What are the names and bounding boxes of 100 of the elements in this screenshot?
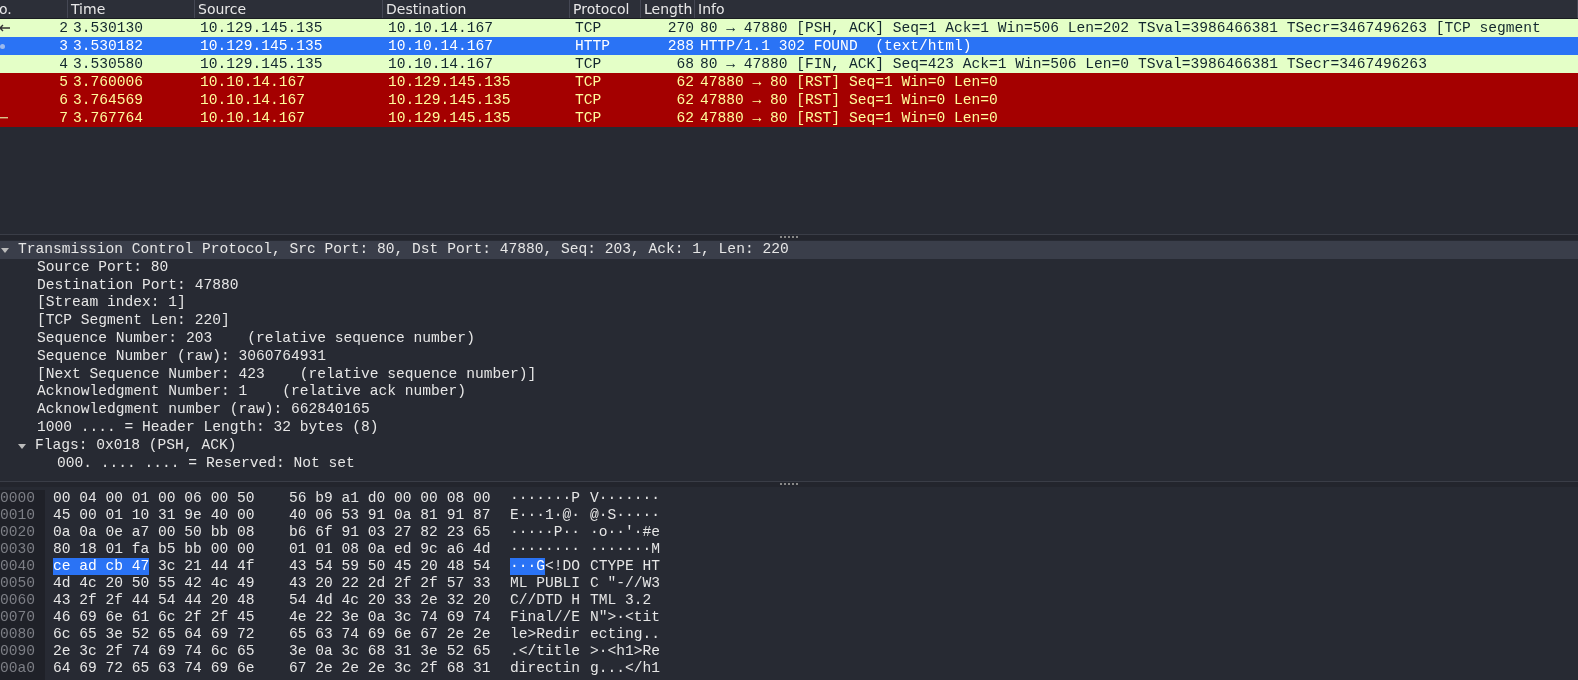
byte-offset: 0040 bbox=[0, 558, 37, 575]
ascii-text[interactable]: ········ bbox=[510, 541, 581, 558]
hex-bytes[interactable]: 6c 65 3e 52 65 64 69 72 bbox=[53, 626, 255, 643]
info-cell-text: 47880 → 80 [RST] Seq=1 Win=0 Len=0 bbox=[699, 91, 998, 109]
tree-item-text: [TCP Segment Len: 220] bbox=[37, 312, 230, 330]
packet-number: 7 bbox=[59, 109, 68, 127]
ascii-text[interactable]: C "-//W3 bbox=[590, 575, 661, 591]
ascii-text[interactable]: <!DO bbox=[545, 558, 581, 575]
splitter-handle[interactable] bbox=[780, 235, 798, 240]
column-header[interactable]: Source bbox=[195, 0, 383, 18]
ascii-text[interactable]: ·····P·· bbox=[510, 524, 581, 541]
hex-bytes[interactable]: 54 4d 4c 20 33 2e 32 20 bbox=[289, 592, 491, 608]
hex-bytes[interactable]: 0a 0a 0e a7 00 50 bb 08 bbox=[53, 524, 255, 541]
packet-row[interactable]: 6 3.764569 10.10.14.167 10.129.145.135 TCP 62 47880 → 80 [RST] Seq=1 Win=0 Len=0 bbox=[0, 91, 1578, 109]
related-dot-icon bbox=[0, 43, 5, 49]
hex-bytes[interactable]: 65 63 74 69 6e 67 2e 2e bbox=[289, 626, 491, 642]
tree-row[interactable]: [Stream index: 1] bbox=[0, 294, 1578, 313]
hex-bytes[interactable]: 01 01 08 0a ed 9c a6 4d bbox=[289, 541, 491, 557]
column-header[interactable]: Protocol bbox=[570, 0, 641, 18]
column-header[interactable]: Length bbox=[641, 0, 695, 18]
packet-row[interactable]: 5 3.760006 10.10.14.167 10.129.145.135 TCP 62 47880 → 80 [RST] Seq=1 Win=0 Len=0 bbox=[0, 73, 1578, 91]
splitter-handle[interactable] bbox=[780, 482, 798, 487]
tree-row[interactable]: Source Port: 80 bbox=[0, 258, 1578, 277]
tree-row[interactable]: Sequence Number (raw): 3060764931 bbox=[0, 347, 1578, 366]
packet-row[interactable]: 3 3.530182 10.129.145.135 10.10.14.167 HTTP 288 HTTP/1.1 302 FOUND (text/html) bbox=[0, 37, 1578, 55]
time-cell-text: 3.530182 bbox=[72, 37, 145, 55]
ascii-text[interactable]: V······· bbox=[590, 490, 661, 506]
ascii-text[interactable]: Final//E bbox=[510, 609, 581, 626]
hex-bytes[interactable]: ce ad cb 47 bbox=[53, 558, 150, 575]
hex-bytes[interactable]: 56 b9 a1 d0 00 00 08 00 bbox=[289, 490, 491, 506]
ascii-text[interactable]: ·o··'·#e bbox=[590, 524, 661, 540]
tree-row[interactable]: Destination Port: 47880 bbox=[0, 276, 1578, 295]
ascii-text[interactable]: E···1·@· bbox=[510, 507, 581, 524]
ascii-text[interactable]: C//DTD H bbox=[510, 592, 581, 609]
column-header[interactable]: Destination bbox=[383, 0, 570, 18]
tree-row[interactable]: 1000 .... = Header Length: 32 bytes (8) bbox=[0, 418, 1578, 437]
tree-item-text: Flags: 0x018 (PSH, ACK) bbox=[35, 436, 237, 455]
length-cell-text: 62 bbox=[675, 73, 695, 91]
ascii-text[interactable]: g...</h1 bbox=[590, 660, 661, 676]
tree-row[interactable]: [Next Sequence Number: 423 (relative sequence number)] bbox=[0, 365, 1578, 384]
tree-row[interactable]: Flags: 0x018 (PSH, ACK) bbox=[0, 436, 1578, 455]
hex-bytes[interactable]: 67 2e 2e 2e 3c 2f 68 31 bbox=[289, 660, 491, 676]
hex-bytes[interactable]: 40 06 53 91 0a 81 91 87 bbox=[289, 507, 491, 523]
ascii-text[interactable]: CTYPE HT bbox=[590, 558, 661, 574]
ascii-text[interactable]: ···G bbox=[510, 558, 546, 575]
hex-bytes[interactable]: 64 69 72 65 63 74 69 6e bbox=[53, 660, 255, 677]
tree-row[interactable]: Acknowledgment number (raw): 662840165 bbox=[0, 401, 1578, 419]
byte-offset: 0000 bbox=[0, 490, 37, 507]
info-cell-text: 47880 → 80 [RST] Seq=1 Win=0 Len=0 bbox=[699, 109, 998, 127]
tree-item-text: 1000 .... = Header Length: 32 bytes (8) bbox=[37, 418, 379, 437]
destination-cell-text: 10.10.14.167 bbox=[387, 55, 495, 73]
hex-bytes[interactable]: 43 20 22 2d 2f 2f 57 33 bbox=[289, 575, 491, 591]
ascii-text[interactable]: ML PUBLI bbox=[510, 575, 581, 592]
hex-bytes[interactable]: 3e 0a 3c 68 31 3e 52 65 bbox=[289, 643, 491, 659]
ascii-text[interactable]: ·······P bbox=[510, 490, 581, 507]
tree-row[interactable]: Transmission Control Protocol, Src Port: 80, Dst Port: 47880, Seq: 203, Ack: 1, Len: 220 bbox=[0, 241, 1578, 259]
destination-cell-text: 10.129.145.135 bbox=[387, 91, 512, 109]
hex-bytes[interactable]: b6 6f 91 03 27 82 23 65 bbox=[289, 524, 491, 540]
destination-cell-text: 10.10.14.167 bbox=[387, 37, 495, 55]
protocol-cell-text: TCP bbox=[574, 73, 603, 91]
ascii-text[interactable]: N">·<tit bbox=[590, 609, 661, 625]
ascii-text[interactable]: directin bbox=[510, 660, 581, 677]
packet-row[interactable]: 7 3.767764 10.10.14.167 10.129.145.135 TCP 62 47880 → 80 [RST] Seq=1 Win=0 Len=0 bbox=[0, 109, 1578, 127]
tree-row[interactable]: Acknowledgment Number: 1 (relative ack number) bbox=[0, 383, 1578, 402]
ascii-text[interactable]: .</title bbox=[510, 643, 581, 660]
hex-bytes[interactable]: 00 04 00 01 00 06 00 50 bbox=[53, 490, 255, 507]
byte-offset: 0050 bbox=[0, 575, 37, 592]
ascii-text[interactable]: @·S····· bbox=[590, 507, 661, 523]
ascii-text[interactable]: TML 3.2 bbox=[590, 592, 652, 608]
byte-offset: 0020 bbox=[0, 524, 37, 541]
column-header[interactable]: Time bbox=[68, 0, 195, 18]
hex-bytes[interactable]: 43 2f 2f 44 54 44 20 48 bbox=[53, 592, 255, 609]
protocol-cell-text: TCP bbox=[574, 19, 603, 37]
protocol-cell-text: TCP bbox=[574, 109, 603, 127]
tree-row[interactable]: Sequence Number: 203 (relative sequence number) bbox=[0, 330, 1578, 348]
ascii-text[interactable]: ·······M bbox=[590, 541, 661, 557]
source-cell-text: 10.129.145.135 bbox=[199, 55, 324, 73]
hex-bytes[interactable]: 2e 3c 2f 74 69 74 6c 65 bbox=[53, 643, 255, 660]
ascii-text[interactable]: le>Redir bbox=[510, 626, 581, 643]
tree-row[interactable]: 000. .... .... = Reserved: Not set bbox=[0, 454, 1578, 473]
hex-bytes[interactable]: 80 18 01 fa b5 bb 00 00 bbox=[53, 541, 255, 558]
tree-row[interactable]: [TCP Segment Len: 220] bbox=[0, 312, 1578, 330]
ascii-text[interactable]: >·<h1>Re bbox=[590, 643, 661, 659]
column-header[interactable]: o. bbox=[0, 0, 68, 18]
hex-bytes[interactable]: 4d 4c 20 50 55 42 4c 49 bbox=[53, 575, 255, 592]
hex-bytes[interactable]: 46 69 6e 61 6c 2f 2f 45 bbox=[53, 609, 255, 626]
hex-bytes[interactable]: 43 54 59 50 45 20 48 54 bbox=[289, 558, 491, 574]
hex-bytes[interactable]: 4e 22 3e 0a 3c 74 69 74 bbox=[289, 609, 491, 625]
hex-bytes[interactable]: 45 00 01 10 31 9e 40 00 bbox=[53, 507, 255, 524]
tree-item-text: Sequence Number: 203 (relative sequence number) bbox=[37, 330, 475, 348]
length-cell-text: 270 bbox=[666, 19, 695, 37]
ascii-text[interactable]: ecting.. bbox=[590, 626, 661, 642]
packet-row[interactable]: 2 3.530130 10.129.145.135 10.10.14.167 TCP 270 80 → 47880 [PSH, ACK] Seq=1 Ack=1 Win=506 Len=202 TSval=3986466381 TSecr=3467496263 [TCP segment bbox=[0, 19, 1578, 37]
tree-item-text: Source Port: 80 bbox=[37, 258, 169, 277]
tree-item-text: Acknowledgment number (raw): 662840165 bbox=[37, 401, 370, 419]
packet-row[interactable]: 4 3.530580 10.129.145.135 10.10.14.167 TCP 68 80 → 47880 [FIN, ACK] Seq=423 Ack=1 Win=506 Len=0 TSval=3986466381 TSecr=3467496263 bbox=[0, 55, 1578, 73]
column-header[interactable]: Info bbox=[695, 0, 1578, 18]
time-cell-text: 3.530130 bbox=[72, 19, 145, 37]
hex-bytes[interactable]: 3c 21 44 4f bbox=[158, 558, 255, 575]
source-cell-text: 10.129.145.135 bbox=[199, 37, 324, 55]
